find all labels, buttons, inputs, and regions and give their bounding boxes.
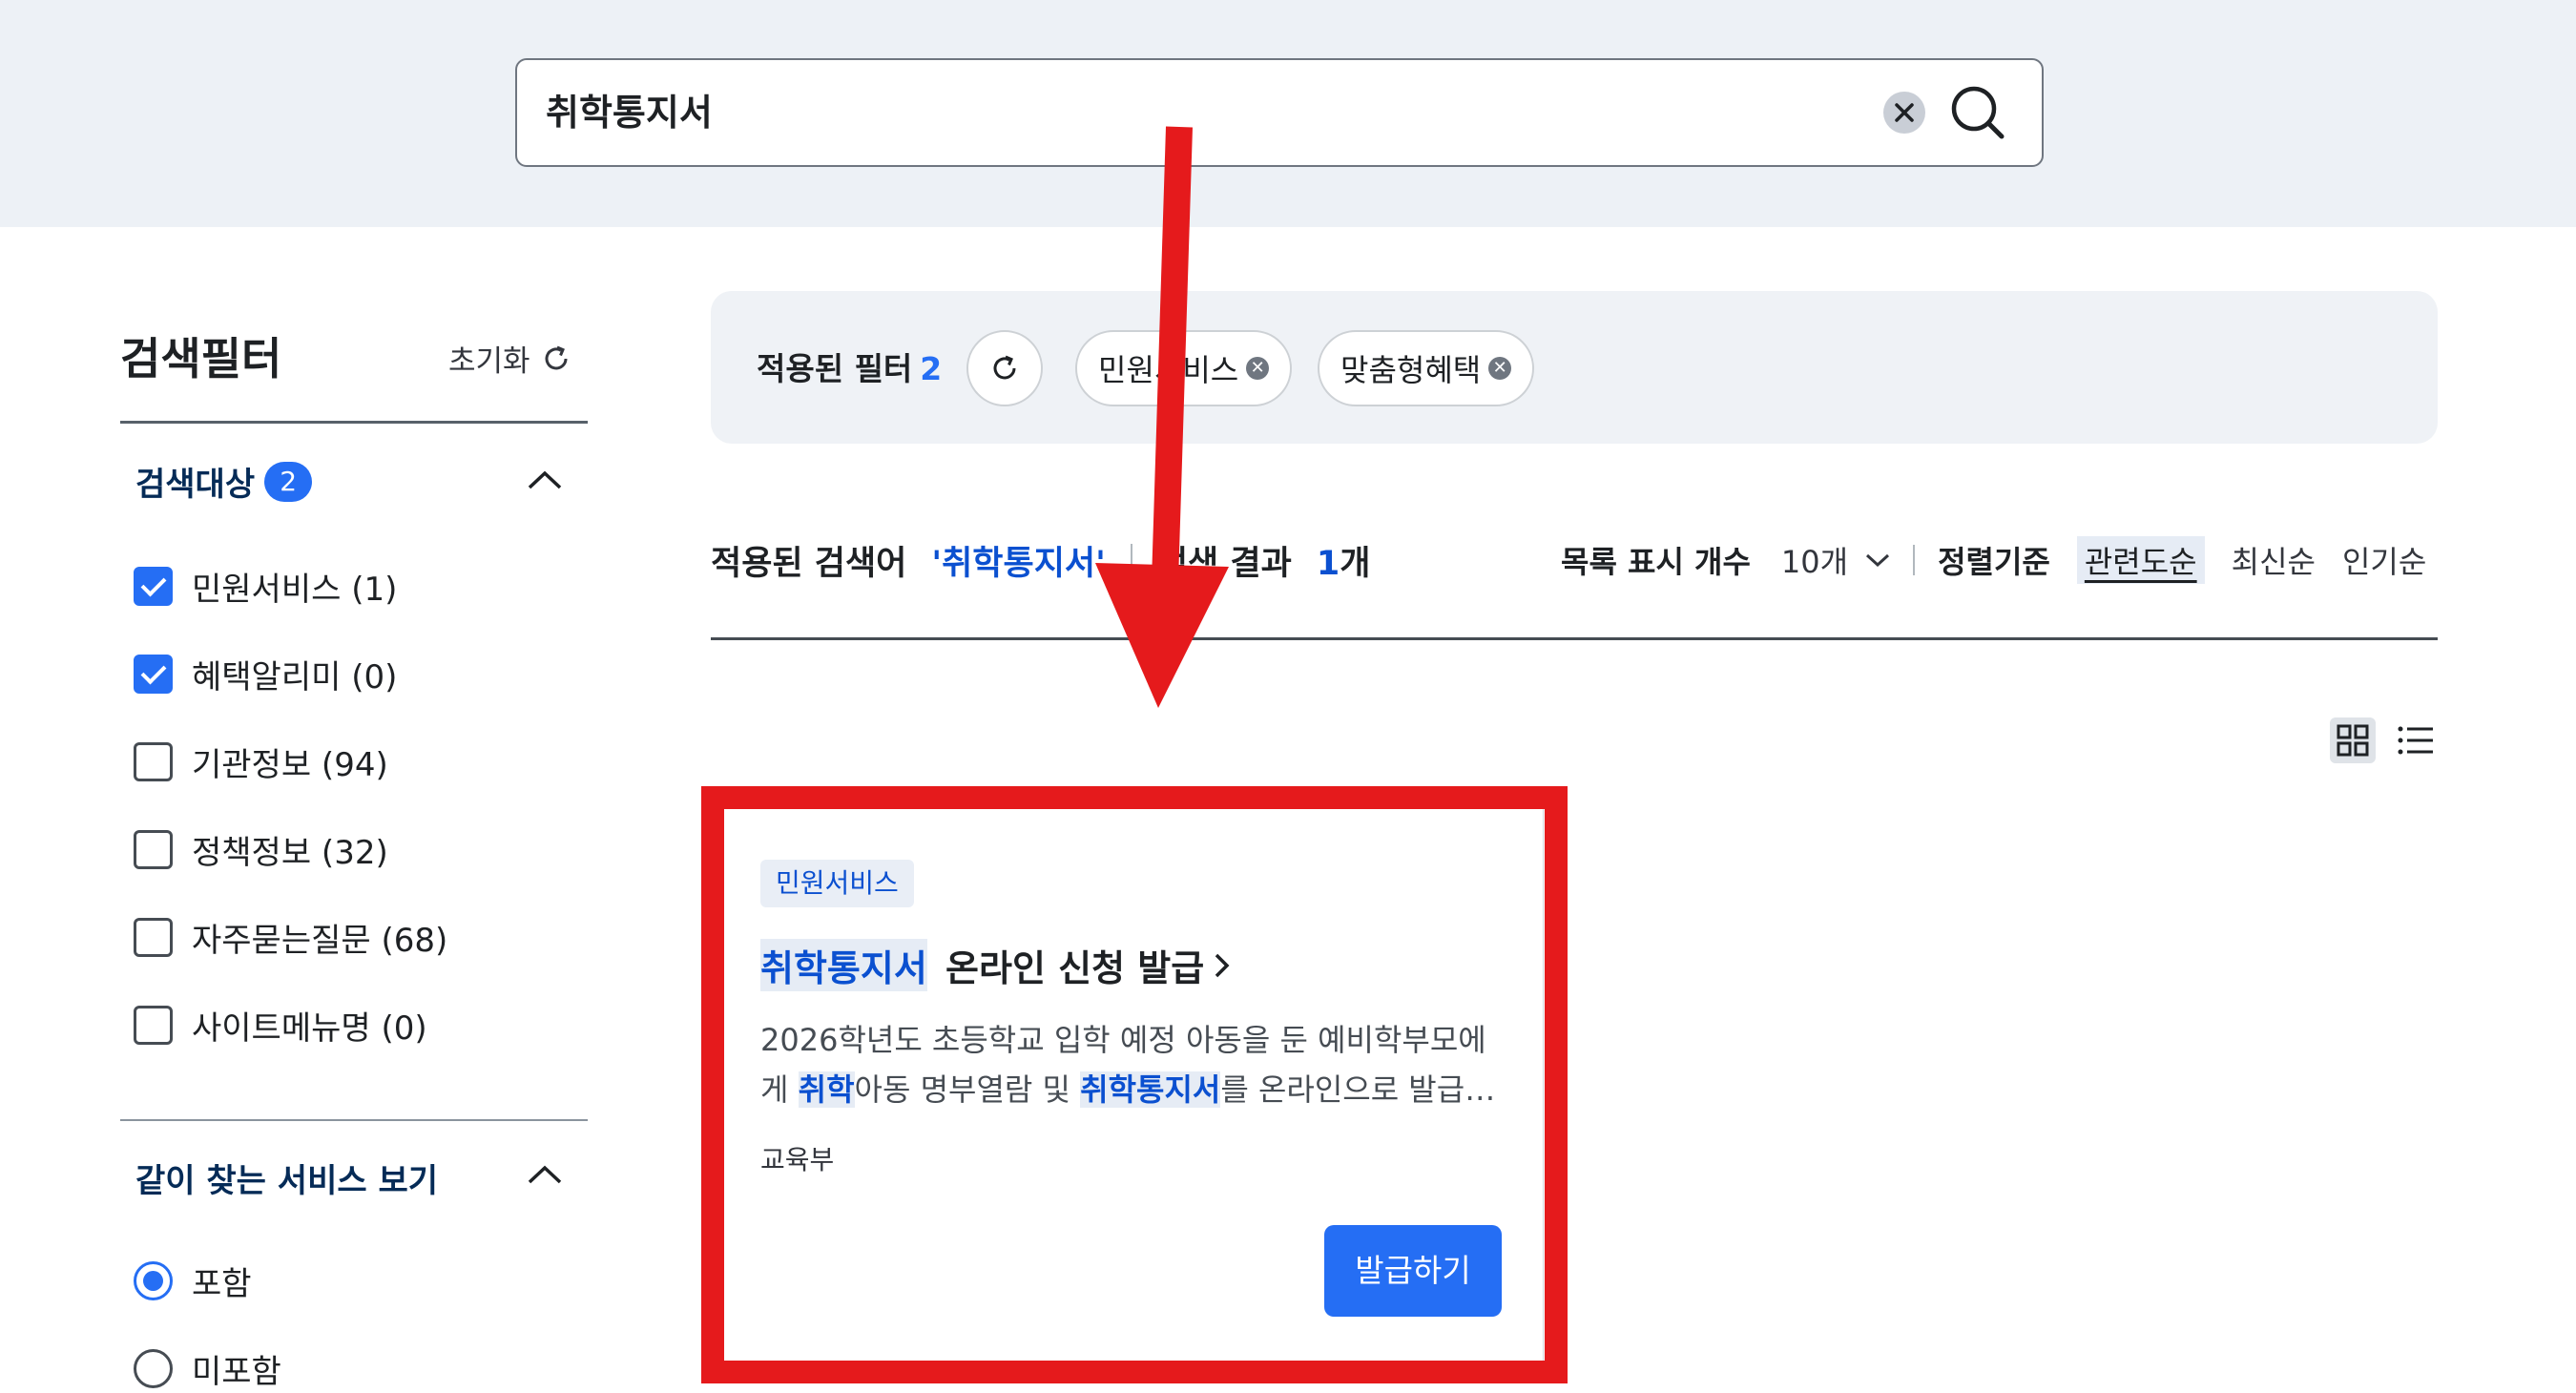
remove-chip-icon[interactable]: ✕ bbox=[1488, 357, 1512, 380]
desc-highlight: 취학 bbox=[798, 1071, 855, 1108]
refresh-icon bbox=[545, 345, 568, 369]
search-icon[interactable] bbox=[1948, 83, 2007, 142]
filter-chip-civil-service[interactable]: 민원서비스 ✕ bbox=[1075, 330, 1293, 406]
result-summary: 적용된 검색어 '취학통지서' 검색 결과 1 개 bbox=[711, 536, 1370, 585]
radio-label: 포함 bbox=[192, 1265, 252, 1303]
result-title-link[interactable]: 취학통지서 온라인 신청 발급 bbox=[760, 939, 1235, 991]
chevron-down-icon bbox=[1866, 553, 1890, 568]
result-org: 교육부 bbox=[760, 1144, 835, 1175]
applied-filters-text: 적용된 필터 bbox=[757, 350, 913, 387]
list-controls: 목록 표시 개수 10개 정렬기준 관련도순 최신순 인기순 bbox=[1561, 536, 2426, 584]
page-size-label: 목록 표시 개수 bbox=[1561, 544, 1751, 580]
sidebar-divider bbox=[120, 1119, 588, 1121]
checkbox-faq[interactable]: 자주묻는질문 (68) bbox=[134, 914, 447, 961]
checkbox-label: 민원서비스 (1) bbox=[192, 571, 398, 609]
reset-label: 초기화 bbox=[448, 344, 530, 379]
chip-label: 민원서비스 bbox=[1098, 352, 1239, 388]
target-count-badge: 2 bbox=[264, 461, 313, 502]
title-highlight: 취학통지서 bbox=[760, 939, 927, 991]
checkbox-unchecked-icon[interactable] bbox=[134, 1006, 173, 1045]
chip-label: 맞춤형혜택 bbox=[1340, 352, 1482, 388]
clear-circle-icon[interactable] bbox=[1883, 92, 1925, 134]
applied-filters-count: 2 bbox=[920, 350, 943, 387]
radio-selected-icon[interactable] bbox=[134, 1261, 173, 1300]
title-rest: 온라인 신청 발급 bbox=[932, 947, 1205, 989]
separator bbox=[1913, 545, 1916, 575]
result-unit: 개 bbox=[1340, 545, 1371, 583]
chevron-up-icon[interactable] bbox=[527, 1164, 563, 1185]
result-card: 민원서비스 취학통지서 온라인 신청 발급 2026학년도 초등학교 입학 예정… bbox=[714, 797, 1544, 1374]
checkbox-label: 정책정보 (32) bbox=[192, 834, 388, 872]
page: 취학통지서 검색필터 초기화 검색대상 2 민원서비스 (1) 혜택알리미 (0… bbox=[0, 0, 2576, 1393]
reset-button[interactable]: 초기화 bbox=[448, 337, 572, 380]
separator bbox=[1130, 544, 1132, 574]
radio-label: 미포함 bbox=[192, 1353, 281, 1391]
chevron-right-icon bbox=[1215, 953, 1230, 977]
list-view-icon[interactable] bbox=[2393, 717, 2439, 763]
sidebar-title: 검색필터 bbox=[120, 333, 282, 385]
target-section-title: 검색대상 bbox=[135, 466, 256, 504]
applied-filters-label: 적용된 필터 2 bbox=[757, 343, 942, 389]
checkbox-site-menu[interactable]: 사이트메뉴명 (0) bbox=[134, 1002, 427, 1049]
sort-popular[interactable]: 인기순 bbox=[2342, 538, 2426, 582]
page-size-value: 10개 bbox=[1780, 544, 1849, 580]
reset-filters-button[interactable] bbox=[966, 330, 1043, 406]
query-label: 적용된 검색어 bbox=[711, 545, 907, 583]
checkbox-unchecked-icon[interactable] bbox=[134, 742, 173, 781]
refresh-icon bbox=[993, 355, 1016, 380]
grid-view-icon[interactable] bbox=[2330, 717, 2376, 763]
checkbox-agency-info[interactable]: 기관정보 (94) bbox=[134, 738, 388, 785]
result-description: 2026학년도 초등학교 입학 예정 아동을 둔 예비학부모에게 취학아동 명부… bbox=[760, 1015, 1514, 1114]
query-value: '취학통지서' bbox=[931, 545, 1106, 583]
sort-latest[interactable]: 최신순 bbox=[2232, 538, 2316, 582]
radio-exclude[interactable]: 미포함 bbox=[134, 1345, 281, 1392]
radio-unselected-icon[interactable] bbox=[134, 1349, 173, 1388]
related-section-title: 같이 찾는 서비스 보기 bbox=[135, 1162, 439, 1200]
category-tag: 민원서비스 bbox=[760, 860, 914, 907]
search-input[interactable]: 취학통지서 bbox=[515, 58, 2044, 167]
checkbox-policy-info[interactable]: 정책정보 (32) bbox=[134, 826, 388, 873]
checkbox-unchecked-icon[interactable] bbox=[134, 918, 173, 957]
issue-button[interactable]: 발급하기 bbox=[1324, 1225, 1502, 1317]
page-size-select[interactable]: 10개 bbox=[1781, 538, 1890, 582]
checkbox-label: 자주묻는질문 (68) bbox=[192, 922, 448, 960]
desc-text: 를 온라인으로 발급… bbox=[1220, 1071, 1496, 1108]
results-divider bbox=[711, 637, 2438, 640]
checkbox-label: 혜택알리미 (0) bbox=[192, 658, 398, 696]
sort-relevance[interactable]: 관련도순 bbox=[2076, 536, 2205, 584]
checkbox-label: 기관정보 (94) bbox=[192, 746, 388, 784]
search-header: 취학통지서 bbox=[0, 0, 2576, 227]
checkbox-civil-service[interactable]: 민원서비스 (1) bbox=[134, 563, 397, 610]
sidebar-divider bbox=[120, 421, 588, 424]
applied-filters-bar: 적용된 필터 2 민원서비스 ✕ 맞춤형혜택 ✕ bbox=[711, 291, 2438, 444]
search-query-text[interactable]: 취학통지서 bbox=[546, 60, 713, 165]
checkbox-checked-icon[interactable] bbox=[134, 655, 173, 694]
filter-chip-custom-benefit[interactable]: 맞춤형혜택 ✕ bbox=[1318, 330, 1535, 406]
sort-label: 정렬기준 bbox=[1938, 544, 2050, 580]
checkbox-label: 사이트메뉴명 (0) bbox=[192, 1009, 427, 1048]
checkbox-unchecked-icon[interactable] bbox=[134, 830, 173, 869]
chevron-up-icon[interactable] bbox=[527, 469, 563, 490]
remove-chip-icon[interactable]: ✕ bbox=[1246, 357, 1270, 380]
checkbox-checked-icon[interactable] bbox=[134, 567, 173, 606]
desc-text: 아동 명부열람 및 bbox=[854, 1071, 1081, 1108]
desc-highlight: 취학통지서 bbox=[1080, 1071, 1221, 1108]
result-label: 검색 결과 bbox=[1156, 545, 1292, 583]
result-count: 1 bbox=[1316, 545, 1340, 583]
target-section-header[interactable]: 검색대상 2 bbox=[135, 458, 313, 505]
radio-include[interactable]: 포함 bbox=[134, 1258, 252, 1304]
checkbox-benefit-alert[interactable]: 혜택알리미 (0) bbox=[134, 651, 397, 697]
related-section-header[interactable]: 같이 찾는 서비스 보기 bbox=[135, 1154, 438, 1201]
